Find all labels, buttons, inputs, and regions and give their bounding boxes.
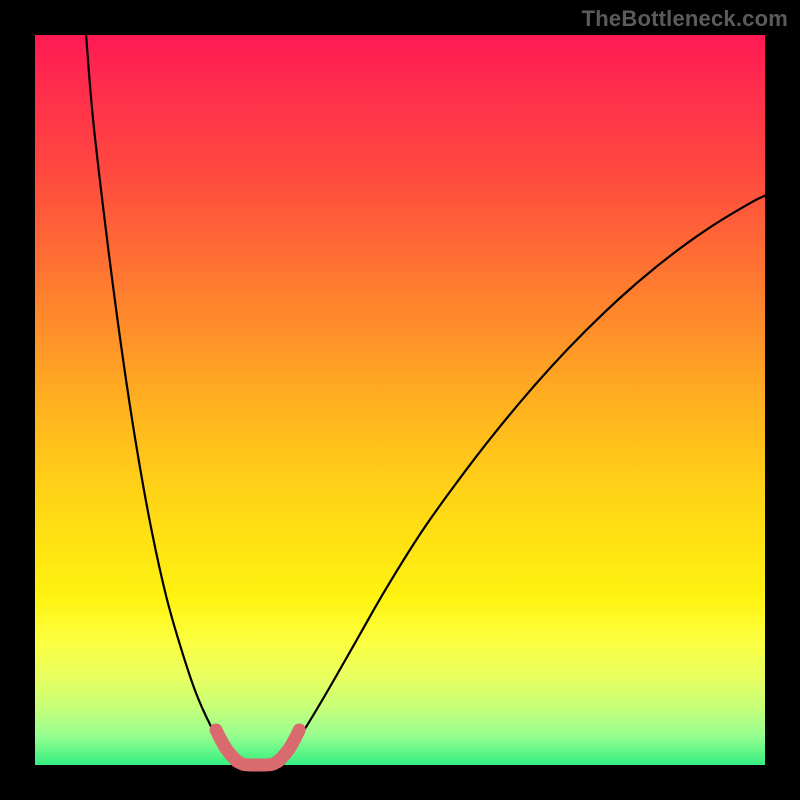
watermark-text: TheBottleneck.com bbox=[582, 6, 788, 32]
left-curve bbox=[86, 35, 233, 763]
curve-layer bbox=[35, 35, 765, 765]
chart-frame: TheBottleneck.com bbox=[0, 0, 800, 800]
right-curve bbox=[282, 196, 765, 763]
plot-area bbox=[35, 35, 765, 765]
highlight-right bbox=[278, 730, 299, 761]
